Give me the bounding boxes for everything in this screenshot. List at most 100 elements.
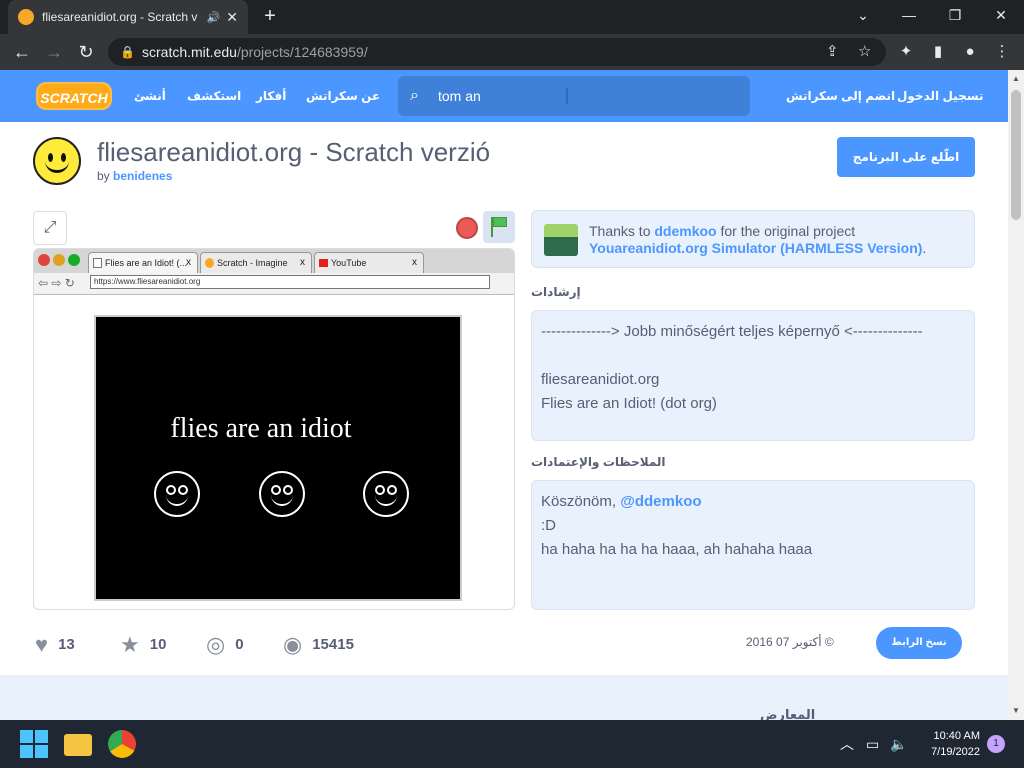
lock-icon: 🔒: [120, 45, 135, 59]
bookmark-star-icon[interactable]: ☆: [858, 38, 871, 66]
project-stage[interactable]: Flies are an Idiot! (... x Scratch - Imag…: [33, 248, 515, 610]
by-label: by: [97, 169, 110, 183]
search-value: tom an: [438, 88, 481, 104]
author-avatar[interactable]: [33, 137, 81, 185]
see-inside-button[interactable]: اطّلع على البرنامج: [837, 137, 975, 177]
nav-join[interactable]: انضم إلى سكراتش: [786, 70, 895, 122]
network-icon[interactable]: ▭: [866, 720, 879, 768]
yellow-dot-icon: [53, 254, 65, 266]
credit-user-link[interactable]: ddemkoo: [654, 223, 716, 239]
notes-line: ha haha ha ha ha haaa, ah hahaha haaa: [541, 541, 813, 558]
nav-sign-in[interactable]: تسجيل الدخول: [897, 70, 983, 122]
stage-tab-2: Scratch - Imagine x: [200, 252, 312, 273]
tab-close-icon[interactable]: ✕: [226, 9, 238, 26]
love-stat[interactable]: ♥ 13: [35, 632, 75, 658]
scratch-icon: [205, 258, 214, 268]
scrollbar-thumb[interactable]: [1011, 90, 1021, 220]
extensions-icon[interactable]: ✦: [896, 42, 916, 62]
remix-spiral-icon: ◎: [206, 632, 226, 657]
text-cursor: [566, 88, 568, 104]
project-title: fliesareanidiot.org - Scratch verzió: [97, 137, 491, 167]
credit-text: Thanks to ddemkoo for the original proje…: [589, 223, 927, 256]
page-scrollbar[interactable]: ▲ ▼: [1008, 70, 1024, 720]
restore-button[interactable]: ❐: [932, 0, 978, 30]
reload-icon[interactable]: ↻: [74, 40, 98, 64]
nav-create[interactable]: أنشئ: [134, 70, 166, 122]
back-icon[interactable]: ←: [10, 40, 34, 64]
share-icon[interactable]: ⇪: [826, 38, 839, 66]
profile-icon[interactable]: ●: [960, 42, 980, 62]
youtube-icon: [319, 259, 328, 267]
instructions-line: Flies are an Idiot! (dot org): [541, 395, 717, 412]
green-dot-icon: [68, 254, 80, 266]
audio-icon[interactable]: 🔊: [207, 11, 221, 24]
share-date: أكتوبر 07 2016 ©: [746, 635, 834, 649]
clock[interactable]: 10:40 AM 7/19/2022: [920, 728, 980, 760]
green-flag-icon[interactable]: [483, 211, 515, 243]
windows-taskbar: ︿ ▭ 🔈 10:40 AM 7/19/2022: [0, 720, 1024, 768]
search-icon: ⌕: [410, 87, 419, 104]
instructions-line: fliesareanidiot.org: [541, 371, 660, 388]
remix-credit: Thanks to ddemkoo for the original proje…: [531, 210, 975, 268]
new-tab-button[interactable]: +: [258, 5, 282, 29]
tab-title: fliesareanidiot.org - Scratch v: [42, 10, 198, 24]
tab-search-icon[interactable]: ⌄: [840, 0, 886, 30]
url-host: scratch.mit.edu: [142, 44, 237, 60]
stage-tab-1: Flies are an Idiot! (... x: [88, 252, 198, 273]
address-bar[interactable]: 🔒 scratch.mit.edu/projects/124683959/ ⇪ …: [108, 38, 886, 66]
red-dot-icon: [38, 254, 50, 266]
notes-line: :D: [541, 517, 556, 534]
stage-text: flies are an idiot: [170, 413, 352, 444]
notification-badge[interactable]: 1: [987, 735, 1005, 753]
mention-link[interactable]: @ddemkoo: [620, 493, 701, 510]
fullscreen-icon[interactable]: ⤢: [33, 211, 67, 245]
chrome-icon[interactable]: [108, 730, 136, 758]
stage-browser-nav: ⇦ ⇨ ↻ https://www.fliesareanidiot.org: [34, 273, 514, 295]
forward-icon[interactable]: →: [42, 40, 66, 64]
notes-box: Köszönöm, @ddemkoo :D ha haha ha ha ha h…: [531, 480, 975, 610]
notes-label: الملاحظات والإعتمادات: [531, 455, 666, 469]
nav-ideas[interactable]: أفكار: [256, 70, 286, 122]
side-panel-icon[interactable]: ▮: [928, 42, 948, 62]
browser-toolbar: ← → ↻ 🔒 scratch.mit.edu/projects/1246839…: [0, 34, 1024, 70]
smiley-icon: [363, 471, 409, 517]
file-explorer-icon[interactable]: [64, 734, 92, 756]
minimize-button[interactable]: —: [886, 0, 932, 30]
views-stat: ◉ 15415: [283, 632, 354, 657]
remix-stat: ◎ 0: [206, 632, 244, 657]
scratch-favicon-icon: [18, 9, 34, 25]
instructions-box: --------------> Jobb minőségért teljes k…: [531, 310, 975, 441]
stage-tab-3: YouTube x: [314, 252, 424, 273]
author-link[interactable]: benidenes: [113, 169, 172, 183]
lower-section: المعارض: [0, 675, 1008, 722]
stage-black-area: flies are an idiot: [94, 315, 462, 601]
stage-url: https://www.fliesareanidiot.org: [90, 275, 490, 289]
nav-about[interactable]: عن سكراتش: [306, 70, 380, 122]
windows-start-icon[interactable]: [20, 730, 48, 758]
menu-icon[interactable]: ⋮: [992, 42, 1012, 62]
scratch-logo[interactable]: SCRATCH: [36, 82, 112, 110]
chevron-up-icon[interactable]: ︿: [840, 720, 854, 768]
original-project-thumbnail[interactable]: [544, 224, 578, 256]
star-icon: ★: [120, 632, 140, 657]
close-window-button[interactable]: ✕: [978, 0, 1024, 30]
eye-icon: ◉: [283, 632, 303, 657]
nav-explore[interactable]: استكشف: [187, 70, 241, 122]
notes-line: Köszönöm, @ddemkoo: [541, 493, 702, 510]
instructions-line: --------------> Jobb minőségért teljes k…: [541, 323, 923, 340]
search-input[interactable]: ⌕ tom an: [398, 76, 750, 116]
instructions-label: إرشادات: [531, 285, 581, 299]
url-path: /projects/124683959/: [236, 44, 368, 60]
page-icon: [93, 258, 102, 268]
stop-icon[interactable]: [456, 217, 478, 239]
scroll-down-icon[interactable]: ▼: [1008, 706, 1024, 715]
original-project-link[interactable]: Youareanidiot.org Simulator (HARMLESS Ve…: [589, 240, 922, 256]
scroll-up-icon[interactable]: ▲: [1008, 74, 1024, 83]
favorite-stat[interactable]: ★ 10: [120, 632, 166, 658]
stage-nav-icons: ⇦ ⇨ ↻: [38, 276, 75, 290]
stage-browser-tabs: Flies are an Idiot! (... x Scratch - Imag…: [34, 249, 514, 273]
copy-link-button[interactable]: نسخ الرابط: [876, 627, 962, 659]
volume-icon[interactable]: 🔈: [890, 720, 907, 768]
browser-tab-active[interactable]: fliesareanidiot.org - Scratch v 🔊 ✕: [8, 0, 248, 34]
project-byline: by benidenes: [97, 169, 172, 183]
